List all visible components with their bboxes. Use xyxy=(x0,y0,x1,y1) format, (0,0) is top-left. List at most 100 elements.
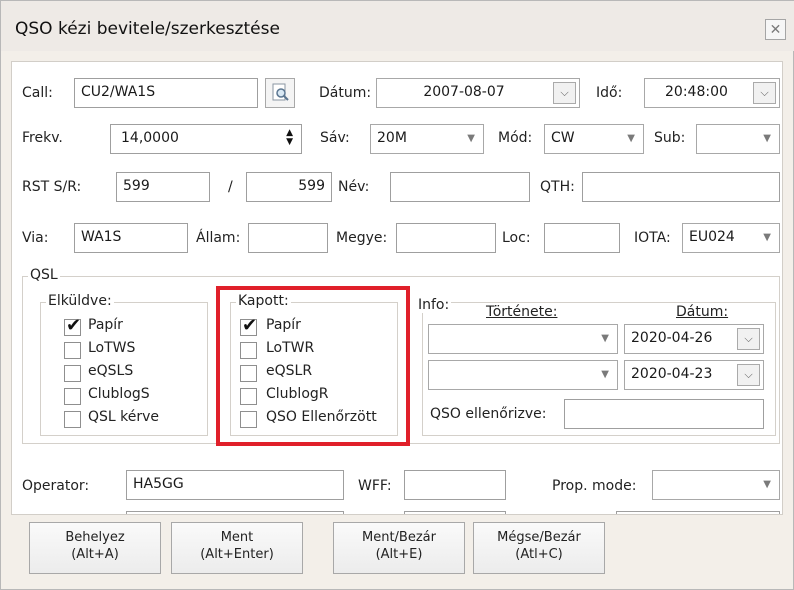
sent-paper-checkbox[interactable]: ✔ xyxy=(64,315,81,336)
iota-label: IOTA: xyxy=(634,230,671,246)
sent-paper-label: Papír xyxy=(88,317,123,333)
call-input[interactable]: CU2/WA1S xyxy=(74,78,258,108)
call-label: Call: xyxy=(22,85,53,101)
mode-select[interactable]: CW ▼ xyxy=(544,124,644,154)
dropdown-arrow-icon: ▼ xyxy=(627,133,635,144)
dropdown-arrow-icon: ▼ xyxy=(763,133,771,144)
highlight-frame xyxy=(216,286,410,446)
chevron-down-icon[interactable]: ⌵ xyxy=(753,82,776,104)
title-bar[interactable]: QSO kézi bevitele/szerkesztése ✕ xyxy=(1,1,794,51)
band-label: Sáv: xyxy=(320,130,350,146)
info-date-header: Dátum: xyxy=(676,304,729,320)
info-date-value-2: 2020-04-23 xyxy=(631,366,713,382)
mode-value: CW xyxy=(551,130,575,146)
history-header: Története: xyxy=(486,304,558,320)
callbook-lookup-button[interactable] xyxy=(265,78,295,108)
dropdown-arrow-icon: ▼ xyxy=(763,232,771,243)
insert-button-shortcut: (Alt+A) xyxy=(71,547,119,562)
save-button-shortcut: (Alt+Enter) xyxy=(200,547,274,562)
info-date-picker-2[interactable]: 2020-04-23 ⌵ xyxy=(624,360,764,390)
band-select[interactable]: 20M ▼ xyxy=(370,124,484,154)
qso-verified-date-input[interactable] xyxy=(564,399,764,429)
sent-eqsl-label: eQSLS xyxy=(88,363,134,379)
history-select-1[interactable]: ▼ xyxy=(428,324,618,354)
save-close-button-label: Ment/Bezár xyxy=(362,530,436,545)
chevron-down-icon[interactable]: ⌵ xyxy=(553,82,576,104)
sent-eqsl-checkbox[interactable] xyxy=(64,365,81,382)
operator-label: Operator: xyxy=(22,478,90,494)
rst-separator: / xyxy=(228,179,233,195)
operator-input[interactable]: HA5GG xyxy=(126,470,344,500)
dropdown-arrow-icon: ▼ xyxy=(467,133,475,144)
chevron-down-icon[interactable]: ⌵ xyxy=(737,364,760,386)
time-label: Idő: xyxy=(596,85,623,101)
chevron-down-icon[interactable]: ⌵ xyxy=(737,328,760,350)
cancel-close-button-shortcut: (Atl+C) xyxy=(515,547,563,562)
rst-received-input[interactable]: 599 xyxy=(246,172,332,202)
qsl-group-title: QSL xyxy=(28,267,60,283)
county-input[interactable] xyxy=(396,223,496,253)
qso-verified-date-label: QSO ellenőrizve: xyxy=(430,406,547,422)
iota-select[interactable]: EU024 ▼ xyxy=(682,223,780,253)
sent-clublog-label: ClublogS xyxy=(88,386,150,402)
county-label: Megye: xyxy=(336,230,388,246)
spinner-icon[interactable]: ▲ ▼ xyxy=(286,129,293,147)
wff-label: WFF: xyxy=(358,478,392,494)
dropdown-arrow-icon: ▼ xyxy=(601,369,609,380)
save-close-button-shortcut: (Alt+E) xyxy=(375,547,423,562)
save-close-button[interactable]: Ment/Bezár (Alt+E) xyxy=(333,522,465,574)
iota-value: EU024 xyxy=(689,229,735,245)
qsl-sent-title: Elküldve: xyxy=(46,293,114,309)
rst-sent-input[interactable]: 599 xyxy=(116,172,210,202)
name-input[interactable] xyxy=(390,172,530,202)
insert-button-label: Behelyez xyxy=(65,530,125,545)
button-bar: Behelyez (Alt+A) Ment (Alt+Enter) Ment/B… xyxy=(11,515,783,581)
cancel-close-button[interactable]: Mégse/Bezár (Atl+C) xyxy=(473,522,605,574)
wff-input[interactable] xyxy=(404,470,506,500)
date-label: Dátum: xyxy=(319,85,372,101)
via-label: Via: xyxy=(22,230,49,246)
insert-button[interactable]: Behelyez (Alt+A) xyxy=(29,522,161,574)
sent-lotw-label: LoTWS xyxy=(88,340,136,356)
rst-label: RST S/R: xyxy=(22,179,82,195)
search-icon xyxy=(272,83,289,101)
form-area: Call: CU2/WA1S Dátum: 2007-08-07 ⌵ Idő: … xyxy=(11,61,783,515)
submode-select[interactable]: ▼ xyxy=(696,124,780,154)
qth-input[interactable] xyxy=(582,172,780,202)
save-button[interactable]: Ment (Alt+Enter) xyxy=(171,522,303,574)
save-button-label: Ment xyxy=(220,530,254,545)
sent-lotw-checkbox[interactable] xyxy=(64,342,81,359)
dropdown-arrow-icon: ▼ xyxy=(601,333,609,344)
mode-label: Mód: xyxy=(498,130,533,146)
qth-label: QTH: xyxy=(540,179,575,195)
checkmark-icon: ✔ xyxy=(66,315,82,336)
window-title: QSO kézi bevitele/szerkesztése xyxy=(15,19,280,39)
prop-mode-label: Prop. mode: xyxy=(552,478,637,494)
date-value: 2007-08-07 xyxy=(423,84,505,100)
state-input[interactable] xyxy=(248,223,328,253)
history-select-2[interactable]: ▼ xyxy=(428,360,618,390)
prop-mode-select[interactable]: ▼ xyxy=(652,470,780,500)
qsl-info-title: Info: xyxy=(416,297,452,313)
dropdown-arrow-icon: ▼ xyxy=(763,479,771,490)
qsl-requested-checkbox[interactable] xyxy=(64,411,81,428)
close-icon[interactable]: ✕ xyxy=(765,19,786,40)
cancel-close-button-label: Mégse/Bezár xyxy=(497,530,581,545)
submode-label: Sub: xyxy=(654,130,686,146)
date-picker[interactable]: 2007-08-07 ⌵ xyxy=(376,78,580,108)
state-label: Állam: xyxy=(196,230,241,246)
frequency-input[interactable]: 14,0000 ▲ ▼ xyxy=(110,124,302,154)
info-date-value-1: 2020-04-26 xyxy=(631,330,713,346)
name-label: Név: xyxy=(338,179,370,195)
time-picker[interactable]: 20:48:00 ⌵ xyxy=(644,78,780,108)
time-value: 20:48:00 xyxy=(665,84,728,100)
sent-clublog-checkbox[interactable] xyxy=(64,388,81,405)
locator-label: Loc: xyxy=(502,230,531,246)
frequency-value: 14,0000 xyxy=(121,130,179,146)
band-value: 20M xyxy=(377,130,407,146)
locator-input[interactable] xyxy=(544,223,620,253)
info-date-picker-1[interactable]: 2020-04-26 ⌵ xyxy=(624,324,764,354)
via-input[interactable]: WA1S xyxy=(74,223,188,253)
frequency-label: Frekv. xyxy=(22,130,63,146)
qso-edit-dialog: QSO kézi bevitele/szerkesztése ✕ Call: C… xyxy=(0,0,794,590)
